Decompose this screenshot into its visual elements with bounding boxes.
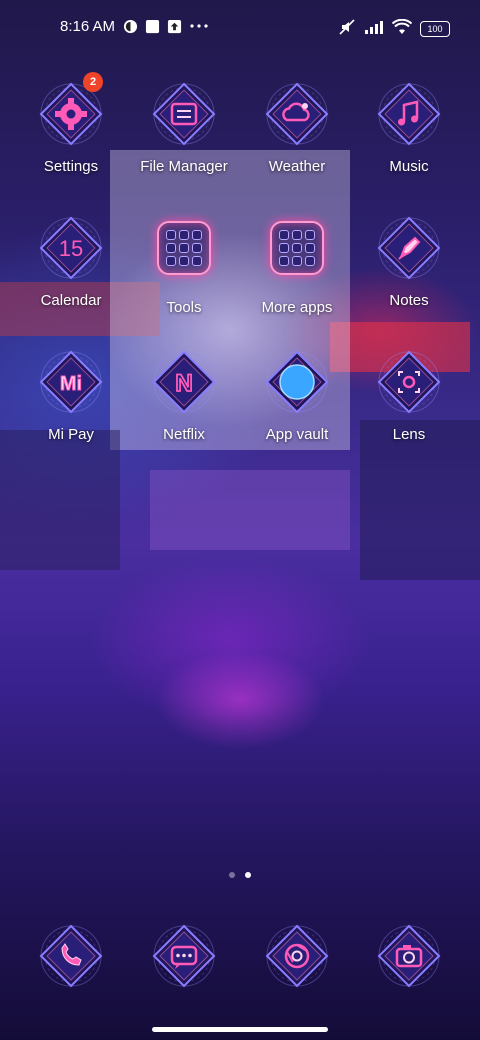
app-notification-icon bbox=[144, 18, 160, 34]
app-label: Tools bbox=[166, 299, 202, 316]
folder-app-thumb bbox=[192, 230, 202, 240]
folder-app-thumb bbox=[292, 256, 302, 266]
upload-icon bbox=[166, 18, 182, 34]
app-mi-pay[interactable]: Mi Mi Pay bbox=[16, 348, 126, 443]
app-label: Lens bbox=[392, 426, 426, 443]
folder-app-thumb bbox=[179, 256, 189, 266]
app-tools[interactable]: Tools bbox=[129, 214, 239, 316]
dock-phone[interactable] bbox=[16, 922, 126, 990]
folder-app-thumb bbox=[166, 256, 176, 266]
app-label: Weather bbox=[268, 158, 326, 175]
wifi-icon bbox=[391, 18, 413, 39]
svg-text:Mi: Mi bbox=[60, 373, 82, 395]
signal-icon bbox=[364, 20, 384, 38]
app-label: Calendar bbox=[40, 292, 102, 309]
app-file-manager[interactable]: File Manager bbox=[129, 80, 239, 175]
netflix-icon[interactable]: N bbox=[150, 348, 218, 416]
status-bar: 8:16 AM 100 bbox=[0, 0, 480, 56]
app-vault-icon[interactable] bbox=[263, 348, 331, 416]
mi-pay-icon[interactable]: Mi bbox=[37, 348, 105, 416]
app-music[interactable]: Music bbox=[354, 80, 464, 175]
dock-camera[interactable] bbox=[354, 922, 464, 990]
folder-icon[interactable] bbox=[150, 80, 218, 148]
folder-app-thumb bbox=[292, 243, 302, 253]
page-dot-active[interactable] bbox=[245, 872, 251, 878]
folder-app-thumb bbox=[279, 230, 289, 240]
weather-icon[interactable] bbox=[263, 80, 331, 148]
camera-icon[interactable] bbox=[375, 922, 443, 990]
folder-app-thumb bbox=[305, 243, 315, 253]
dock-messages[interactable] bbox=[129, 922, 239, 990]
folder-app-thumb bbox=[179, 230, 189, 240]
more-icon bbox=[188, 18, 210, 34]
browser-icon[interactable] bbox=[263, 922, 331, 990]
app-label: Music bbox=[389, 158, 429, 175]
folder-group-icon[interactable] bbox=[263, 221, 331, 289]
folder-app-thumb bbox=[192, 243, 202, 253]
app-app-vault[interactable]: App vault bbox=[242, 348, 352, 443]
app-notes[interactable]: Notes bbox=[354, 214, 464, 309]
mute-icon bbox=[338, 18, 356, 40]
app-lens[interactable]: Lens bbox=[354, 348, 464, 443]
app-more-apps[interactable]: More apps bbox=[242, 214, 352, 316]
app-label: File Manager bbox=[140, 158, 228, 175]
calendar-icon[interactable]: 15 bbox=[37, 214, 105, 282]
folder-app-thumb bbox=[279, 243, 289, 253]
notification-icons bbox=[122, 18, 210, 34]
page-indicator[interactable] bbox=[0, 872, 480, 878]
folder-app-thumb bbox=[166, 243, 176, 253]
status-time: 8:16 AM bbox=[60, 18, 116, 35]
page-dot[interactable] bbox=[229, 872, 235, 878]
app-label: Notes bbox=[389, 292, 429, 309]
vpn-icon bbox=[122, 18, 138, 34]
folder-app-thumb bbox=[279, 256, 289, 266]
app-label: App vault bbox=[265, 426, 329, 443]
folder-group-icon[interactable] bbox=[150, 221, 218, 289]
folder-app-thumb bbox=[192, 256, 202, 266]
gear-icon[interactable]: 2 bbox=[37, 72, 105, 148]
folder-app-thumb bbox=[179, 243, 189, 253]
svg-text:N: N bbox=[175, 370, 192, 397]
app-label: Mi Pay bbox=[48, 426, 94, 443]
app-label: Netflix bbox=[163, 426, 205, 443]
music-icon[interactable] bbox=[375, 80, 443, 148]
system-icons: 100 bbox=[338, 18, 450, 40]
dock-browser[interactable] bbox=[242, 922, 352, 990]
home-gesture-bar[interactable] bbox=[152, 1027, 328, 1032]
folder-app-thumb bbox=[166, 230, 176, 240]
app-label: More apps bbox=[261, 299, 333, 316]
app-label: Settings bbox=[43, 158, 99, 175]
message-icon[interactable] bbox=[150, 922, 218, 990]
folder-app-thumb bbox=[305, 256, 315, 266]
app-settings[interactable]: 2 Settings bbox=[16, 72, 126, 175]
app-calendar[interactable]: 15 Calendar bbox=[16, 214, 126, 309]
svg-text:15: 15 bbox=[59, 236, 83, 261]
phone-icon[interactable] bbox=[37, 922, 105, 990]
folder-app-thumb bbox=[305, 230, 315, 240]
pen-icon[interactable] bbox=[375, 214, 443, 282]
notification-badge: 2 bbox=[83, 72, 103, 92]
lens-icon[interactable] bbox=[375, 348, 443, 416]
battery-icon: 100 bbox=[420, 21, 450, 37]
folder-app-thumb bbox=[292, 230, 302, 240]
app-netflix[interactable]: N Netflix bbox=[129, 348, 239, 443]
app-weather[interactable]: Weather bbox=[242, 80, 352, 175]
